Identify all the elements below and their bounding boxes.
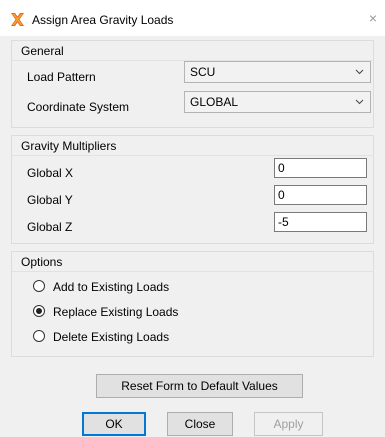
option-add-to-existing[interactable]: Add to Existing Loads (30, 278, 230, 296)
options-divider (12, 271, 373, 272)
options-group-label: Options (21, 255, 63, 269)
gravity-multipliers-divider (12, 155, 373, 156)
general-group: General Load Pattern SCU Coordinate Syst… (11, 40, 374, 128)
global-z-value: -5 (278, 215, 289, 229)
app-icon (11, 13, 24, 26)
option-replace-label: Replace Existing Loads (53, 305, 179, 319)
title-bar: Assign Area Gravity Loads × (0, 0, 385, 36)
global-y-input[interactable]: 0 (274, 185, 367, 205)
load-pattern-value: SCU (190, 65, 216, 79)
global-x-value: 0 (278, 161, 285, 175)
close-button[interactable]: Close (167, 412, 233, 436)
radio-add-existing[interactable] (33, 280, 45, 292)
reset-defaults-button[interactable]: Reset Form to Default Values (96, 374, 303, 398)
options-group: Options Add to Existing Loads Replace Ex… (11, 251, 374, 357)
global-x-input[interactable]: 0 (274, 158, 367, 178)
option-replace-existing[interactable]: Replace Existing Loads (30, 303, 230, 321)
global-z-label: Global Z (27, 220, 73, 234)
load-pattern-dropdown[interactable]: SCU (184, 61, 371, 83)
coordinate-system-value: GLOBAL (190, 95, 239, 109)
global-y-value: 0 (278, 188, 285, 202)
option-delete-existing[interactable]: Delete Existing Loads (30, 328, 230, 346)
gravity-multipliers-group: Gravity Multipliers Global X 0 Global Y … (11, 135, 374, 244)
radio-delete-existing[interactable] (33, 330, 45, 342)
close-icon[interactable]: × (369, 11, 377, 25)
radio-replace-existing[interactable] (33, 305, 45, 317)
general-group-label: General (21, 44, 64, 58)
coordinate-system-label: Coordinate System (27, 100, 130, 114)
global-z-input[interactable]: -5 (274, 212, 367, 232)
chevron-down-icon (355, 69, 364, 75)
option-delete-label: Delete Existing Loads (53, 330, 170, 344)
chevron-down-icon (355, 99, 364, 105)
load-pattern-label: Load Pattern (27, 70, 96, 84)
apply-button[interactable]: Apply (254, 412, 323, 436)
option-add-label: Add to Existing Loads (53, 280, 170, 294)
global-y-label: Global Y (27, 193, 73, 207)
ok-button[interactable]: OK (82, 412, 146, 436)
gravity-multipliers-label: Gravity Multipliers (21, 139, 117, 153)
global-x-label: Global X (27, 166, 74, 180)
window-title: Assign Area Gravity Loads (32, 13, 174, 27)
radio-selected-dot (36, 308, 42, 314)
coordinate-system-dropdown[interactable]: GLOBAL (184, 91, 371, 113)
